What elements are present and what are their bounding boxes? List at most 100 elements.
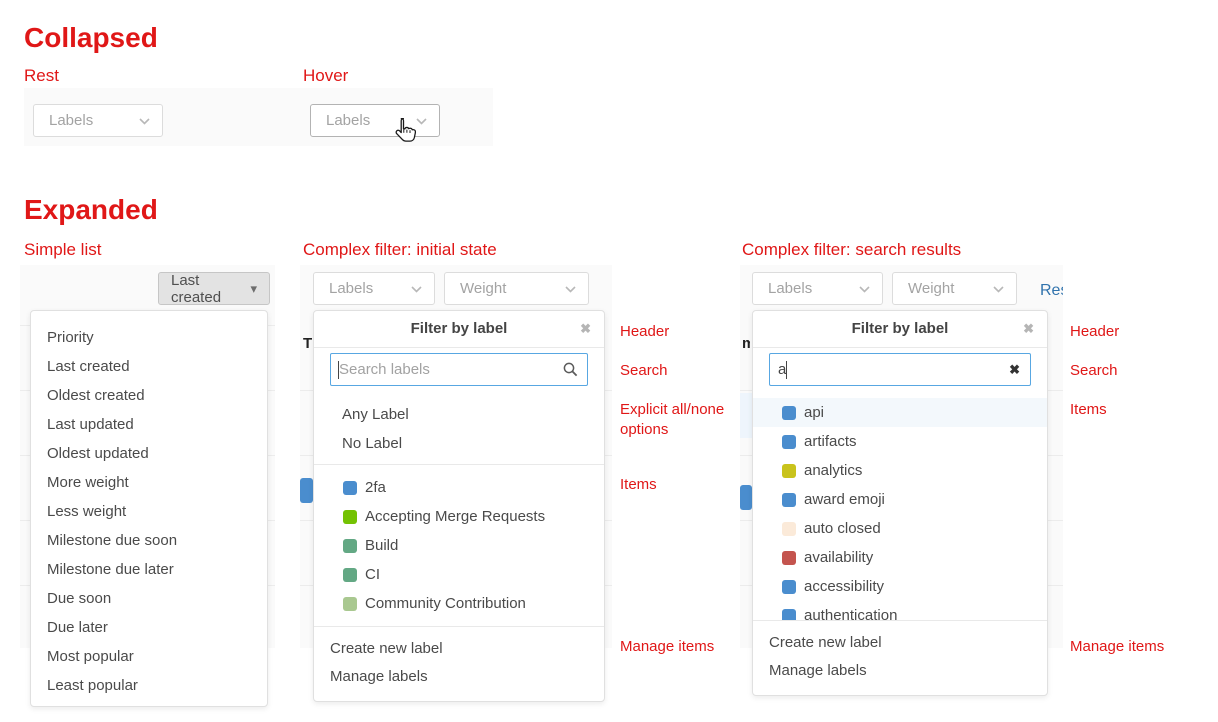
panel-header: Filter by label ✖ [753,311,1047,348]
weight-filter-button[interactable]: Weight [444,272,589,305]
search-row: ✖ [753,348,1047,394]
sort-dropdown-button[interactable]: Last created ▾ [158,272,270,305]
close-icon[interactable]: ✖ [1023,311,1034,347]
label-color-swatch [343,568,357,582]
annotation-items: Items [620,475,750,495]
sort-dropdown-label: Last created [171,272,240,306]
annotation-header: Header [620,322,750,342]
label-option[interactable]: CI [314,560,604,589]
caret-down-icon: ▾ [250,281,257,297]
clear-search-icon[interactable]: ✖ [1009,353,1020,386]
menu-item[interactable]: More weight [31,468,267,497]
annotation-manage-items: Manage items [620,637,750,657]
text-caret [338,361,339,379]
labels-dropdown-rest[interactable]: Labels [33,104,163,137]
menu-item[interactable]: Least popular [31,671,267,700]
chevron-down-icon [565,280,576,297]
labels-filter-label: Labels [329,280,373,297]
annotation-explicit-options: Explicit all/none options [620,400,742,440]
all-none-options: Any Label No Label [314,394,604,465]
chevron-down-icon [416,112,427,129]
label-color-swatch [343,481,357,495]
menu-item[interactable]: Oldest created [31,381,267,410]
simple-list-menu: Priority Last created Oldest created Las… [30,310,268,707]
menu-item[interactable]: Milestone due soon [31,526,267,555]
example-label-simple-list: Simple list [24,240,101,260]
labels-dropdown-hover-label: Labels [326,112,370,129]
menu-item[interactable]: Due later [31,613,267,642]
label-option[interactable]: analytics [753,456,1047,485]
label-color-swatch [782,522,796,536]
weight-filter-button[interactable]: Weight [892,272,1017,305]
create-new-label-link[interactable]: Create new label [753,629,1047,657]
label-color-swatch [782,551,796,565]
any-label-option[interactable]: Any Label [314,400,604,429]
panel-header: Filter by label ✖ [314,311,604,348]
section-title-collapsed: Collapsed [24,22,158,54]
search-icon [563,362,578,381]
menu-item[interactable]: Priority [31,323,267,352]
labels-filter-button[interactable]: Labels [313,272,435,305]
menu-item[interactable]: Less weight [31,497,267,526]
label-color-swatch [782,406,796,420]
menu-item[interactable]: Due soon [31,584,267,613]
menu-item[interactable]: Milestone due later [31,555,267,584]
annotation-search: Search [620,361,750,381]
label-option[interactable]: Build [314,531,604,560]
label-color-swatch [782,580,796,594]
labels-dropdown-rest-label: Labels [49,112,93,129]
label-option[interactable]: auto closed [753,514,1047,543]
label-option[interactable]: Community Contribution [314,589,604,618]
state-label-rest: Rest [24,66,59,86]
labels-dropdown-hover[interactable]: Labels [310,104,440,137]
labels-filter-label: Labels [768,280,812,297]
no-label-option[interactable]: No Label [314,429,604,458]
label-option[interactable]: artifacts [753,427,1047,456]
label-color-swatch [782,493,796,507]
label-option[interactable]: api [753,398,1047,427]
create-new-label-link[interactable]: Create new label [314,635,604,663]
label-color-swatch [782,609,796,622]
manage-labels-link[interactable]: Manage labels [314,663,604,691]
annotation-items: Items [1070,400,1218,420]
label-filter-panel-search: Filter by label ✖ ✖ api artifacts analyt… [752,310,1048,696]
label-option[interactable]: Accepting Merge Requests [314,502,604,531]
label-option[interactable]: availability [753,543,1047,572]
label-options-list: api artifacts analytics award emoji auto… [753,394,1047,621]
annotation-header: Header [1070,322,1218,342]
label-option[interactable]: award emoji [753,485,1047,514]
menu-item[interactable]: Last created [31,352,267,381]
sort-options-list: Priority Last created Oldest created Las… [31,311,267,706]
background-label-chip-fragment [300,478,313,503]
reset-labels-link[interactable]: Res [1040,282,1063,300]
panel-title: Filter by label [411,320,508,337]
panel-footer: Create new label Manage labels [753,621,1047,695]
annotation-search: Search [1070,361,1218,381]
chevron-down-icon [859,280,870,297]
menu-item[interactable]: Most popular [31,642,267,671]
annotation-manage-items: Manage items [1070,637,1218,657]
text-caret [786,361,787,379]
panel-footer: Create new label Manage labels [314,627,604,701]
menu-item[interactable]: Last updated [31,410,267,439]
example-label-initial-state: Complex filter: initial state [303,240,497,260]
label-color-swatch [343,510,357,524]
label-color-swatch [343,539,357,553]
label-color-swatch [343,597,357,611]
manage-labels-link[interactable]: Manage labels [753,657,1047,685]
panel-title: Filter by label [852,320,949,337]
search-labels-input[interactable] [330,353,588,386]
label-color-swatch [782,435,796,449]
dropdown-spec-page: Collapsed Rest Hover Labels Labels Expan… [0,0,1218,722]
menu-item[interactable]: Oldest updated [31,439,267,468]
labels-filter-button[interactable]: Labels [752,272,883,305]
label-option[interactable]: accessibility [753,572,1047,601]
label-filter-panel-initial: Filter by label ✖ Any Label No Label 2fa… [313,310,605,702]
chevron-down-icon [139,112,150,129]
close-icon[interactable]: ✖ [580,311,591,347]
label-option-clipped[interactable]: authentication [753,601,1047,621]
search-labels-input[interactable] [769,353,1031,386]
label-option[interactable]: 2fa [314,473,604,502]
background-text-fragment: T [303,335,312,351]
example-label-search-results: Complex filter: search results [742,240,961,260]
